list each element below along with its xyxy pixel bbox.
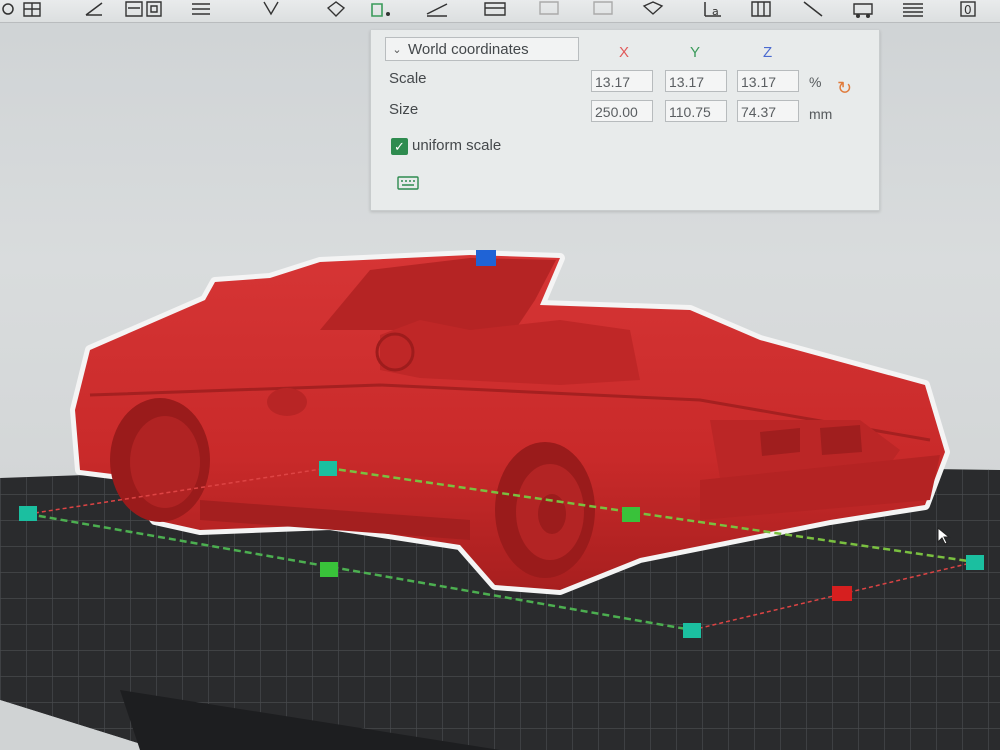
uniform-scale-checkbox[interactable]: ✓ — [391, 138, 408, 155]
grid-icon[interactable] — [20, 0, 46, 18]
size-unit: mm — [809, 106, 833, 122]
svg-text:a: a — [712, 5, 719, 18]
align-icon[interactable] — [188, 0, 214, 18]
edit-icon[interactable] — [82, 0, 108, 18]
axis-z-label: Z — [763, 44, 773, 61]
zero-icon[interactable]: 0 — [955, 0, 981, 18]
axis-y-label: Y — [690, 44, 701, 61]
size-label: Size — [389, 101, 419, 118]
svg-text:0: 0 — [964, 3, 972, 17]
seam-icon[interactable] — [536, 0, 562, 18]
uniform-scale-label: uniform scale — [412, 137, 502, 154]
cut-icon[interactable] — [368, 0, 394, 18]
scale-handle-y[interactable] — [622, 507, 640, 522]
scale-x-input[interactable]: 13.17 — [591, 70, 653, 92]
place-icon[interactable] — [323, 0, 349, 18]
scale-handle-corner[interactable] — [966, 555, 984, 570]
scale-handle-y[interactable] — [320, 562, 338, 577]
text-icon[interactable] — [590, 0, 616, 18]
scale-y-input[interactable]: 13.17 — [665, 70, 727, 92]
paint-icon[interactable] — [482, 0, 508, 18]
mouse-cursor-icon — [937, 527, 951, 545]
size-x-input[interactable]: 250.00 — [591, 100, 653, 122]
size-y-input[interactable]: 110.75 — [665, 100, 727, 122]
top-toolbar: a 0 — [0, 0, 1000, 23]
scale-panel: ⌄ World coordinates X Y Z Scale 13.17 13… — [370, 30, 880, 211]
coordinate-system-dropdown[interactable]: ⌄ World coordinates — [385, 37, 579, 61]
support-icon[interactable] — [424, 0, 450, 18]
scale-handle-x[interactable] — [832, 586, 852, 601]
rotate-icon[interactable] — [258, 0, 284, 18]
scale-label: Scale — [389, 70, 427, 87]
axis-x-label: X — [619, 44, 630, 61]
reset-scale-icon[interactable]: ↻ — [837, 78, 857, 98]
scale-handle-top[interactable] — [476, 250, 496, 266]
coordinate-system-label: World coordinates — [408, 40, 529, 58]
size-z-input[interactable]: 74.37 — [737, 100, 799, 122]
scale-handle-corner[interactable] — [319, 461, 337, 476]
assemble-icon[interactable] — [748, 0, 774, 18]
measure-icon[interactable]: a — [700, 0, 726, 18]
scale-handle-corner[interactable] — [19, 506, 37, 521]
sla-icon[interactable] — [850, 0, 876, 18]
scale-handle-corner[interactable] — [683, 623, 701, 638]
scale-z-input[interactable]: 13.17 — [737, 70, 799, 92]
layers-icon[interactable] — [142, 0, 168, 18]
keyboard-icon[interactable] — [397, 176, 419, 190]
layers-stack-icon[interactable] — [900, 0, 926, 18]
split-icon[interactable] — [640, 0, 666, 18]
chevron-down-icon: ⌄ — [392, 43, 402, 56]
scale-unit: % — [809, 74, 822, 90]
arrange-icon[interactable] — [800, 0, 826, 18]
